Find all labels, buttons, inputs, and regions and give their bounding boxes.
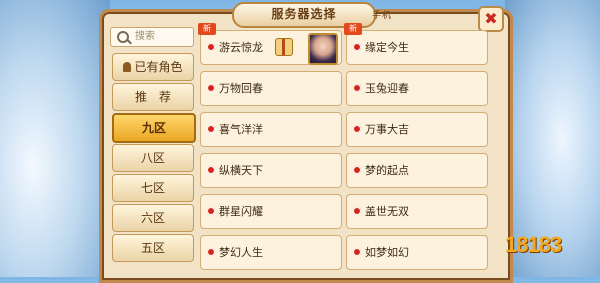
close-button[interactable]: ✖ [478, 6, 504, 32]
status-dot-icon [353, 84, 361, 92]
avatar [308, 33, 338, 65]
server-name: 梦的起点 [365, 164, 409, 177]
new-badge: 新 [198, 23, 216, 35]
server-name: 盖世无双 [365, 205, 409, 218]
sidebar-item-zone-7[interactable]: 七区 [112, 174, 194, 202]
panel-title-text: 服务器选择 [271, 7, 337, 21]
status-dot-icon [353, 43, 361, 51]
server-name: 游云惊龙 [219, 41, 263, 54]
gift-icon[interactable] [275, 38, 293, 56]
server-item[interactable]: 梦幻人生 [200, 235, 342, 270]
status-dot-icon [353, 125, 361, 133]
server-item[interactable]: 万物回春 [200, 71, 342, 106]
status-dot-icon [207, 84, 215, 92]
server-name: 群星闪耀 [219, 205, 263, 218]
sidebar: 搜索 已有角色 推 荐 九区 八区 七区 六区 五区 [110, 25, 198, 277]
sidebar-item-zone-8[interactable]: 八区 [112, 144, 194, 172]
server-name: 梦幻人生 [219, 246, 263, 259]
search-input[interactable]: 搜索 [110, 27, 194, 47]
server-grid: 新 游云惊龙 新 缘定今生 万物回春 玉兔迎春 喜气洋洋 万事大吉 纵横天下 梦… [198, 23, 500, 277]
search-placeholder: 搜索 [135, 31, 155, 42]
server-item[interactable]: 玉兔迎春 [346, 71, 488, 106]
sidebar-item-label: 六区 [140, 211, 165, 225]
status-dot-icon [207, 166, 215, 174]
server-item[interactable]: 盖世无双 [346, 194, 488, 229]
server-item[interactable]: 纵横天下 [200, 153, 342, 188]
new-badge: 新 [344, 23, 362, 35]
sidebar-item-label: 八区 [140, 151, 165, 165]
sidebar-item-label: 七区 [140, 181, 165, 195]
server-item[interactable]: 新 游云惊龙 [198, 23, 342, 65]
person-icon [123, 62, 132, 72]
watermark-logo: 18183 [505, 232, 562, 257]
status-dot-icon [207, 125, 215, 133]
sidebar-item-label: 五区 [140, 241, 165, 255]
status-dot-icon [353, 248, 361, 256]
server-name: 万物回春 [219, 82, 263, 95]
sidebar-item-zone-6[interactable]: 六区 [112, 204, 194, 232]
background-left-snow [0, 0, 110, 277]
status-dot-icon [207, 43, 215, 51]
server-name: 缘定今生 [365, 41, 409, 54]
sidebar-item-label: 推 荐 [134, 90, 171, 104]
title-note: 手机 [371, 11, 392, 21]
server-item[interactable]: 梦的起点 [346, 153, 488, 188]
status-dot-icon [353, 166, 361, 174]
status-dot-icon [353, 207, 361, 215]
server-item[interactable]: 群星闪耀 [200, 194, 342, 229]
server-name: 纵横天下 [219, 164, 263, 177]
sidebar-item-my-roles[interactable]: 已有角色 [112, 53, 194, 81]
server-name: 玉兔迎春 [365, 82, 409, 95]
server-name: 如梦如幻 [365, 246, 409, 259]
sidebar-item-label: 九区 [141, 121, 166, 135]
sidebar-item-recommended[interactable]: 推 荐 [112, 83, 194, 111]
status-dot-icon [207, 207, 215, 215]
server-name: 万事大吉 [365, 123, 409, 136]
sidebar-item-zone-5[interactable]: 五区 [112, 234, 194, 262]
search-icon [117, 31, 129, 43]
sidebar-item-zone-9[interactable]: 九区 [112, 113, 196, 143]
server-item[interactable]: 喜气洋洋 [200, 112, 342, 147]
server-item[interactable]: 如梦如幻 [346, 235, 488, 270]
server-name: 喜气洋洋 [219, 123, 263, 136]
status-dot-icon [207, 248, 215, 256]
server-item[interactable]: 新 缘定今生 [344, 23, 488, 65]
server-item[interactable]: 万事大吉 [346, 112, 488, 147]
sidebar-item-label: 已有角色 [134, 60, 183, 74]
